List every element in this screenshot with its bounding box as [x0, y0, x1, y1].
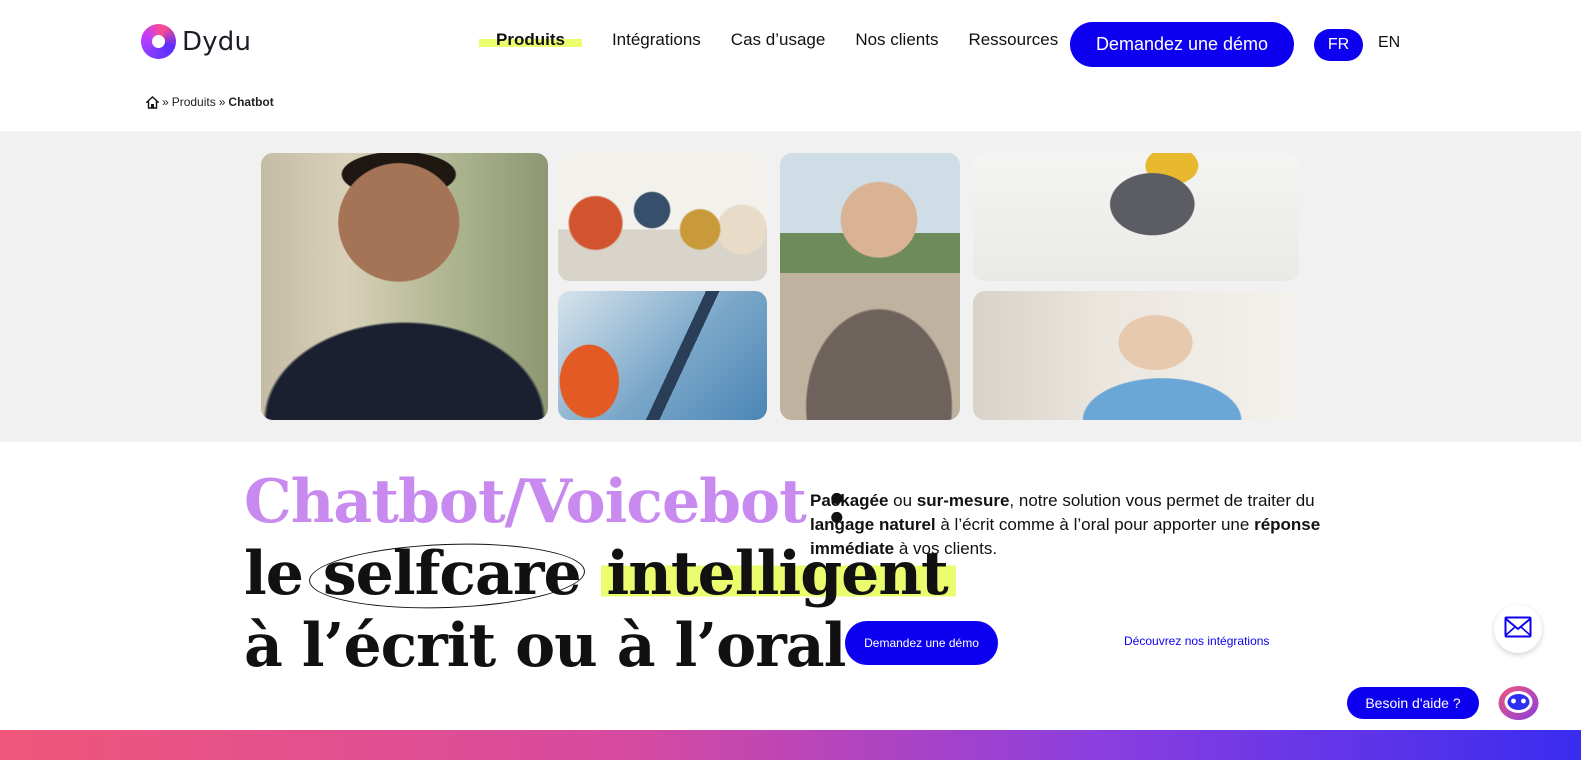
nav-item-ressources[interactable]: Ressources — [968, 30, 1058, 50]
demo-button-hero[interactable]: Demandez une démo — [845, 621, 998, 665]
desc-text: ou — [888, 491, 917, 510]
breadcrumb-current: Chatbot — [228, 95, 274, 109]
logo-text: Dydu — [182, 26, 252, 57]
photo-laptop-typing — [973, 153, 1299, 281]
photo-gallery — [0, 131, 1581, 442]
hero-title-le: le — [244, 539, 304, 609]
desc-text: à l’écrit comme à l’oral pour apporter u… — [935, 515, 1255, 534]
nav-item-produits[interactable]: Produits — [479, 30, 582, 50]
lang-en-link[interactable]: EN — [1378, 34, 1400, 52]
breadcrumb-produits[interactable]: Produits — [172, 95, 216, 109]
hero-title-selfcare: selfcare — [322, 539, 582, 609]
lang-fr-button[interactable]: FR — [1314, 29, 1363, 61]
breadcrumb-separator: » — [218, 95, 226, 109]
home-icon[interactable] — [145, 95, 160, 109]
site-header: Dydu Produits Intégrations Cas d’usage N… — [0, 0, 1581, 109]
nav-item-cas-usage[interactable]: Cas d’usage — [731, 30, 826, 50]
dydu-logo[interactable]: Dydu — [141, 24, 251, 59]
nav-item-nos-clients[interactable]: Nos clients — [855, 30, 938, 50]
breadcrumb: » Produits » Chatbot — [145, 95, 274, 109]
hero-title-chatbot: Chatbot/Voicebot — [244, 467, 807, 537]
photo-senior-voice — [973, 291, 1299, 420]
logo-icon — [141, 24, 176, 59]
mail-icon — [1504, 616, 1532, 642]
desc-bold-packagee: Packagée — [810, 491, 889, 510]
desc-bold-langage: langage naturel — [810, 515, 936, 534]
hero-description: Packagée ou sur-mesure, notre solution v… — [810, 489, 1330, 561]
photo-woman-phone — [780, 153, 960, 420]
desc-text: à vos clients. — [894, 539, 998, 558]
desc-bold-sur-mesure: sur-mesure — [916, 491, 1010, 510]
main-nav: Produits Intégrations Cas d’usage Nos cl… — [479, 30, 1088, 50]
integrations-link[interactable]: Découvrez nos intégrations — [1124, 634, 1269, 648]
desc-text: , notre solution vous permet de traiter … — [1009, 491, 1315, 510]
gradient-footer-bar — [0, 730, 1581, 760]
mail-button[interactable] — [1494, 605, 1542, 653]
nav-item-integrations[interactable]: Intégrations — [612, 30, 701, 50]
photo-team-meeting — [558, 152, 767, 281]
photo-man-phone — [261, 153, 548, 420]
demo-button-header[interactable]: Demandez une démo — [1070, 22, 1294, 67]
breadcrumb-separator: » — [162, 95, 169, 109]
help-button[interactable]: Besoin d'aide ? — [1347, 687, 1479, 719]
chatbot-icon[interactable] — [1497, 684, 1540, 722]
photo-hand-phone — [558, 291, 767, 420]
